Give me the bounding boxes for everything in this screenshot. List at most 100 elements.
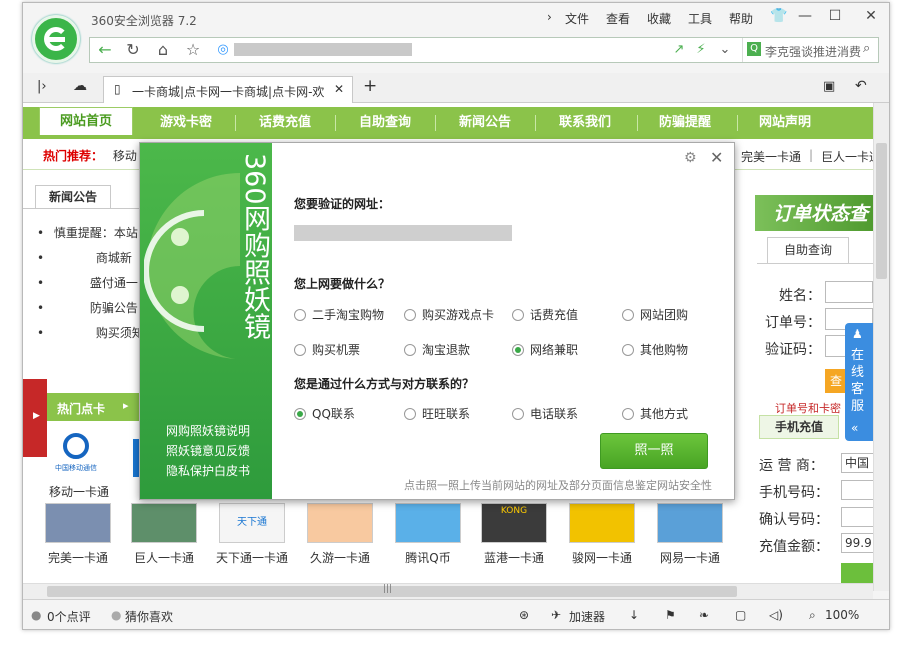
speaker-icon[interactable]: ◁) xyxy=(769,608,783,622)
card-name[interactable]: 移动一卡通 xyxy=(49,483,109,500)
nav-item-games[interactable]: 游戏卡密 xyxy=(141,107,231,139)
tab-list-icon[interactable]: ▣ xyxy=(823,79,835,94)
accelerator-icon[interactable]: ✈ xyxy=(551,608,561,622)
leaf-icon[interactable]: ❧ xyxy=(699,608,709,622)
side-banner[interactable]: ▶ xyxy=(23,379,47,457)
list-item[interactable]: • 防骗公告 xyxy=(37,296,144,321)
gear-icon[interactable]: ⚙ xyxy=(684,150,697,166)
option-part-time[interactable]: 网络兼职 xyxy=(512,341,578,358)
option-wangwang[interactable]: 旺旺联系 xyxy=(404,405,470,422)
menu-arrow-icon[interactable]: › xyxy=(547,10,552,24)
card-name[interactable]: 完美一卡通 xyxy=(33,549,123,566)
accelerator-label[interactable]: 加速器 xyxy=(569,608,605,625)
menu-help[interactable]: 帮助 xyxy=(729,10,753,27)
maximize-button[interactable]: ☐ xyxy=(823,7,847,25)
hot-item[interactable]: 巨人一卡通 xyxy=(821,148,873,165)
nav-item-query[interactable]: 自助查询 xyxy=(337,107,433,139)
link-privacy[interactable]: 隐私保护白皮书 xyxy=(166,461,250,481)
china-mobile-logo[interactable]: 中国移动通信 xyxy=(55,433,99,473)
link-guide[interactable]: 网购照妖镜说明 xyxy=(166,421,250,441)
window-icon[interactable]: ▢ xyxy=(735,608,746,622)
card-thumb-qq[interactable] xyxy=(395,503,461,543)
search-icon[interactable]: ⌕ xyxy=(863,41,870,56)
card-thumb-juren[interactable] xyxy=(131,503,197,543)
card-name[interactable]: 蓝港一卡通 xyxy=(469,549,559,566)
search-engine-icon[interactable]: Q xyxy=(747,42,761,56)
nav-item-recharge[interactable]: 话费充值 xyxy=(237,107,333,139)
card-name[interactable]: 天下通一卡通 xyxy=(207,549,297,566)
option-game-card[interactable]: 购买游戏点卡 xyxy=(404,306,494,323)
phone-recharge-tab[interactable]: 手机充值 xyxy=(759,415,839,439)
recharge-button[interactable] xyxy=(841,563,873,583)
news-tab[interactable]: 新闻公告 xyxy=(35,185,111,209)
close-window-button[interactable]: ✕ xyxy=(859,7,883,25)
nav-item-home[interactable]: 网站首页 xyxy=(39,107,133,135)
card-name[interactable]: 网易一卡通 xyxy=(645,549,735,566)
nav-item-statement[interactable]: 网站声明 xyxy=(735,107,835,139)
list-item[interactable]: • 商城新 xyxy=(37,246,144,271)
vertical-scrollbar[interactable] xyxy=(873,103,889,591)
guess-you-like[interactable]: 猜你喜欢 xyxy=(125,608,173,625)
cloud-icon[interactable]: ☁ xyxy=(73,78,87,94)
minimize-button[interactable]: — xyxy=(793,7,817,25)
order-query-button[interactable]: 查 xyxy=(825,369,847,393)
option-other-method[interactable]: 其他方式 xyxy=(622,405,688,422)
zoom-icon[interactable]: ⌕ xyxy=(809,608,816,623)
flash-icon[interactable]: ⚡ xyxy=(690,40,712,60)
online-service-tab[interactable]: ♟ 在线客服 « xyxy=(845,323,873,441)
option-phone[interactable]: 电话联系 xyxy=(512,405,578,422)
search-box[interactable]: Q 李克强谈推进消费 ⌕ xyxy=(742,38,878,62)
card-thumb-wanmei[interactable] xyxy=(45,503,111,543)
undo-close-icon[interactable]: ↶ xyxy=(855,78,867,94)
menu-favorites[interactable]: 收藏 xyxy=(647,10,671,27)
zoom-level[interactable]: 100% xyxy=(825,608,859,622)
sidebar-toggle-icon[interactable]: |› xyxy=(37,79,47,94)
flag-icon[interactable]: ⚑ xyxy=(665,608,676,622)
carrier-select[interactable]: 中国 xyxy=(841,453,873,473)
card-name[interactable]: 骏网一卡通 xyxy=(557,549,647,566)
back-icon[interactable]: ← xyxy=(94,40,116,60)
hot-cards-tab[interactable]: 热门点卡 xyxy=(57,400,105,417)
list-item[interactable]: • 购买须知 xyxy=(37,321,144,346)
amount-field[interactable]: 99.9 xyxy=(841,533,873,553)
search-input[interactable]: 李克强谈推进消费 xyxy=(765,43,861,60)
card-name[interactable]: 久游一卡通 xyxy=(295,549,385,566)
option-flight[interactable]: 购买机票 xyxy=(294,341,360,358)
card-thumb-junwang[interactable] xyxy=(569,503,635,543)
option-second-hand[interactable]: 二手淘宝购物 xyxy=(294,306,384,323)
refresh-icon[interactable]: ↻ xyxy=(122,40,144,60)
new-tab-button[interactable]: + xyxy=(363,76,377,96)
menu-tools[interactable]: 工具 xyxy=(688,10,712,27)
option-qq[interactable]: QQ联系 xyxy=(294,405,355,422)
address-bar[interactable]: ← ↻ ⌂ ☆ ◎ ↗ ⚡ ⌄ Q 李克强谈推进消费 ⌕ xyxy=(89,37,879,63)
option-refund[interactable]: 淘宝退款 xyxy=(404,341,470,358)
option-other-shopping[interactable]: 其他购物 xyxy=(622,341,688,358)
menu-view[interactable]: 查看 xyxy=(606,10,630,27)
list-item[interactable]: • 盛付通一 xyxy=(37,271,144,296)
card-thumb-langang[interactable]: KONG xyxy=(481,503,547,543)
nav-item-fraud[interactable]: 防骗提醒 xyxy=(635,107,735,139)
hot-item[interactable]: 完美一卡通 xyxy=(741,148,801,165)
star-icon[interactable]: ☆ xyxy=(182,40,204,60)
comments-count[interactable]: 0个点评 xyxy=(47,608,91,625)
card-thumb-tianxia[interactable]: 天下通 xyxy=(219,503,285,543)
phone-input[interactable] xyxy=(841,480,873,500)
hot-item[interactable]: 移动 xyxy=(113,149,137,163)
download-icon[interactable]: ↓ xyxy=(629,608,639,622)
shield-icon[interactable]: ⊛ xyxy=(519,608,529,622)
menu-file[interactable]: 文件 xyxy=(565,10,589,27)
home-icon[interactable]: ⌂ xyxy=(152,40,174,60)
close-tab-icon[interactable]: ✕ xyxy=(334,82,344,96)
skin-icon[interactable]: 👕 xyxy=(767,7,791,25)
link-feedback[interactable]: 照妖镜意见反馈 xyxy=(166,441,250,461)
order-query-tab[interactable]: 自助查询 xyxy=(767,237,849,263)
option-group-buy[interactable]: 网站团购 xyxy=(622,306,688,323)
horizontal-scrollbar[interactable]: ||| xyxy=(23,583,873,599)
url-text-blurred[interactable] xyxy=(234,43,412,56)
confirm-phone-input[interactable] xyxy=(841,507,873,527)
nav-item-contact[interactable]: 联系我们 xyxy=(535,107,635,139)
card-name[interactable]: 腾讯Q币 xyxy=(383,549,473,566)
name-input[interactable] xyxy=(825,281,873,303)
card-thumb-jiuyou[interactable] xyxy=(307,503,373,543)
chevron-down-icon[interactable]: ⌄ xyxy=(714,40,736,60)
